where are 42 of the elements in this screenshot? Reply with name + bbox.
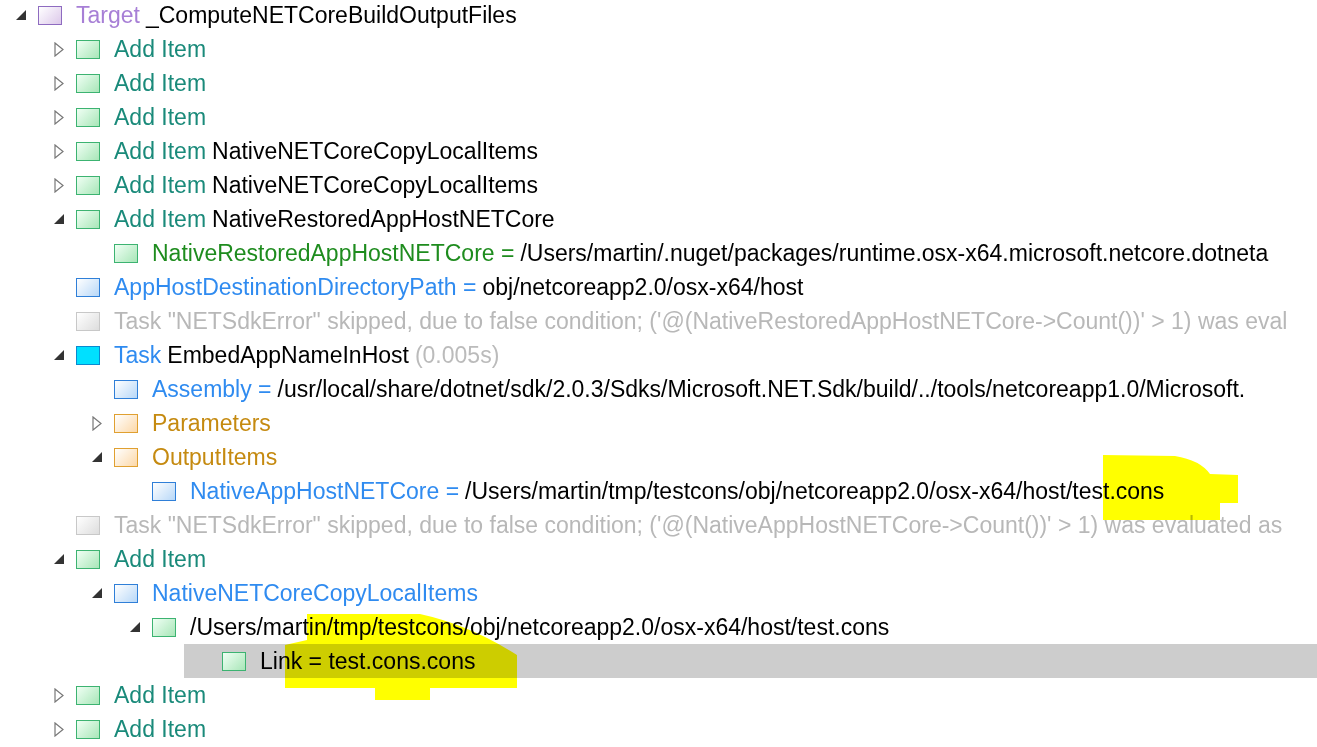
node-value: _ComputeNETCoreBuildOutputFiles: [145, 1, 517, 29]
tree-row[interactable]: AppHostDestinationDirectoryPath = obj/netcoreapp2.0/osx-x64/host: [0, 270, 1317, 304]
tree-row[interactable]: Target _ComputeNETCoreBuildOutputFiles: [0, 0, 1317, 32]
node-value: obj/netcoreapp2.0/osx-x64/host: [482, 273, 804, 301]
node-keyword: Add Item: [114, 103, 207, 131]
node-keyword: Target: [76, 1, 140, 29]
node-keyword: NativeAppHostNETCore =: [190, 477, 460, 505]
node-value: /usr/local/share/dotnet/sdk/2.0.3/Sdks/Microsoft.NET.Sdk/build/../tools/netcoreapp1.0/Microsoft.: [277, 375, 1246, 403]
node-value: NativeNETCoreCopyLocalItems: [212, 171, 538, 199]
node-duration: (0.005s): [414, 341, 500, 369]
tree-row[interactable]: Add Item: [0, 712, 1317, 745]
tree-row[interactable]: Add Item: [0, 100, 1317, 134]
tree-row[interactable]: Task EmbedAppNameInHost (0.005s): [0, 338, 1317, 372]
node-keyword: Add Item: [114, 171, 207, 199]
node-keyword: NativeNETCoreCopyLocalItems: [152, 579, 478, 607]
tree-row[interactable]: Add Item: [0, 66, 1317, 100]
tree-row[interactable]: Add Item NativeNETCoreCopyLocalItems: [0, 168, 1317, 202]
tree-row[interactable]: NativeRestoredAppHostNETCore = /Users/martin/.nuget/packages/runtime.osx-x64.microsoft.netcore.dotneta: [0, 236, 1317, 270]
node-keyword: NativeRestoredAppHostNETCore =: [152, 239, 515, 267]
node-keyword: Add Item: [114, 681, 207, 709]
tree-row[interactable]: Add Item: [0, 678, 1317, 712]
node-keyword: Add Item: [114, 69, 207, 97]
node-keyword: OutputItems: [152, 443, 278, 471]
tree-row[interactable]: Assembly = /usr/local/share/dotnet/sdk/2.0.3/Sdks/Microsoft.NET.Sdk/build/../tools/netcoreapp1.0/Microsoft.: [0, 372, 1317, 406]
node-keyword: Task "NETSdkError" skipped, due to false condition; ('@(NativeRestoredAppHostNETCore->Count())' > 1) was eval: [114, 307, 1288, 335]
node-keyword: Task: [114, 341, 162, 369]
tree-row[interactable]: Add Item: [0, 542, 1317, 576]
node-value: NativeNETCoreCopyLocalItems: [212, 137, 538, 165]
node-value: /Users/martin/.nuget/packages/runtime.osx-x64.microsoft.netcore.dotneta: [520, 239, 1269, 267]
node-keyword: Add Item: [114, 545, 207, 573]
node-keyword: Add Item: [114, 137, 207, 165]
tree-row[interactable]: Add Item: [0, 32, 1317, 66]
node-value: EmbedAppNameInHost: [167, 341, 409, 369]
node-keyword: Assembly =: [152, 375, 272, 403]
node-keyword: Parameters: [152, 409, 271, 437]
node-keyword: Add Item: [114, 205, 207, 233]
node-value: NativeRestoredAppHostNETCore: [212, 205, 555, 233]
tree-row[interactable]: Add Item NativeRestoredAppHostNETCore: [0, 202, 1317, 236]
node-keyword: AppHostDestinationDirectoryPath =: [114, 273, 477, 301]
node-keyword: Add Item: [114, 715, 207, 743]
tree-row[interactable]: Add Item NativeNETCoreCopyLocalItems: [0, 134, 1317, 168]
node-keyword: Add Item: [114, 35, 207, 63]
